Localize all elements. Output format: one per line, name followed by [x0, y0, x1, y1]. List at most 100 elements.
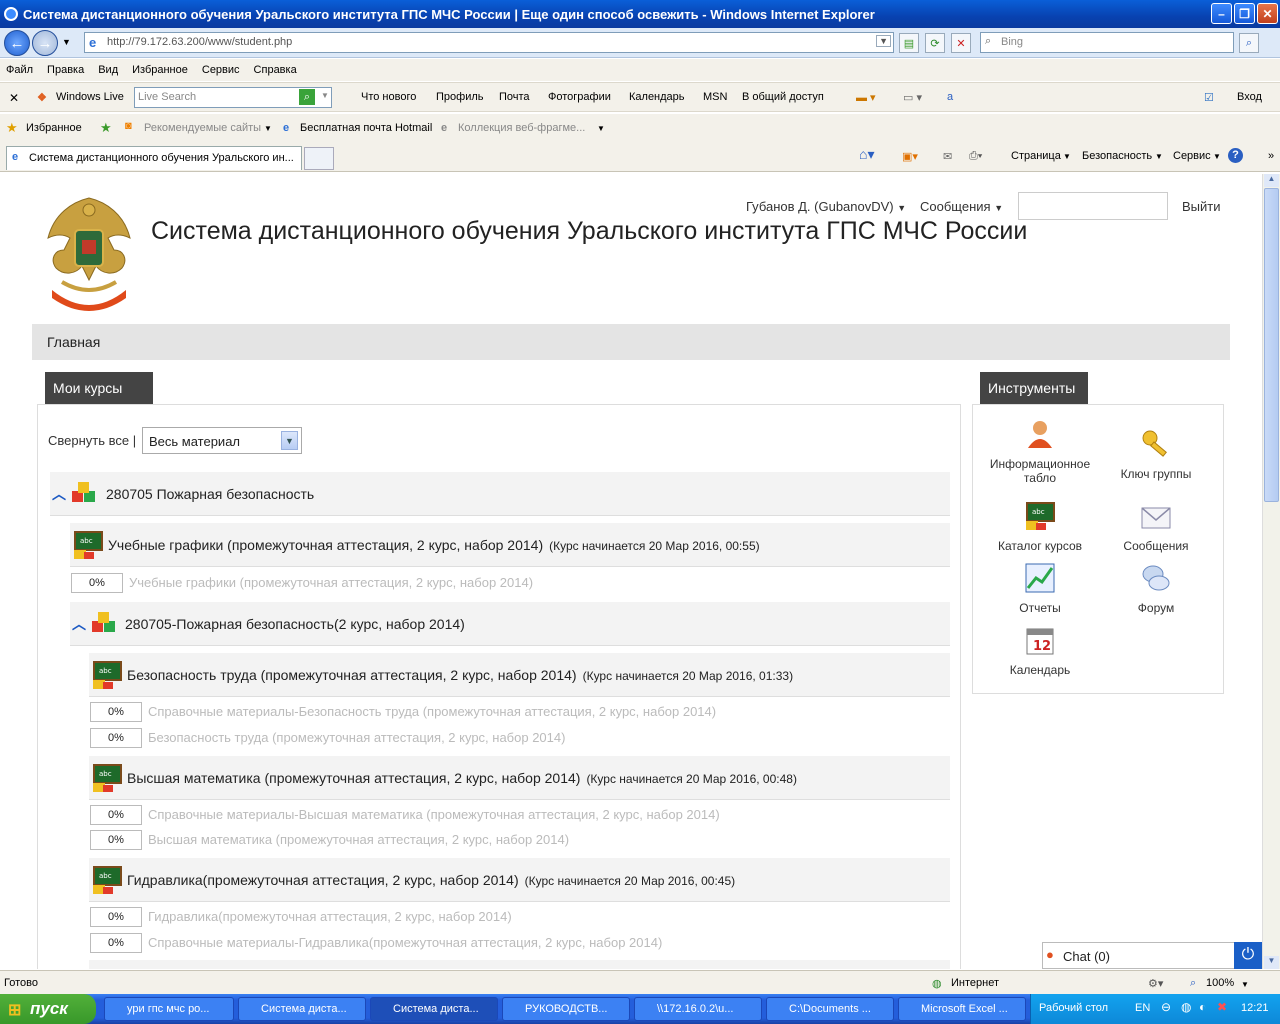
- taskbar-btn-1[interactable]: ури гпс мчс ро...: [104, 997, 234, 1021]
- material-filter-select[interactable]: Весь материал ▼: [142, 427, 302, 454]
- read-mail-icon[interactable]: ✉: [943, 150, 952, 163]
- material-row[interactable]: 0% Справочные материалы-Безопасность тру…: [90, 702, 810, 722]
- material-title[interactable]: Справочные материалы-Безопасность труда …: [148, 704, 716, 719]
- live-search-dropdown-icon[interactable]: ▼: [321, 91, 329, 100]
- course-row-partial[interactable]: [89, 960, 950, 969]
- chat-power-icon[interactable]: ⏻: [1234, 942, 1262, 969]
- menu-file[interactable]: Файл: [6, 64, 33, 76]
- live-link-mail[interactable]: Почта: [499, 91, 530, 103]
- favorites-button[interactable]: Избранное: [26, 122, 82, 134]
- tool-reports[interactable]: Отчеты: [980, 562, 1100, 615]
- course-row[interactable]: abc Учебные графики (промежуточная аттес…: [70, 523, 950, 567]
- stop-icon[interactable]: ✕: [951, 33, 971, 53]
- cmd-safety[interactable]: Безопасность: [1082, 150, 1152, 162]
- live-search-go-icon[interactable]: ⌕: [299, 89, 315, 105]
- material-title[interactable]: Гидравлика(промежуточная аттестация, 2 к…: [148, 909, 512, 924]
- live-signin-link[interactable]: Вход: [1237, 91, 1262, 103]
- address-bar[interactable]: e http://79.172.63.200/www/student.php ▼: [84, 32, 894, 53]
- logout-link[interactable]: Выйти: [1182, 199, 1221, 214]
- refresh-icon[interactable]: ⟳: [925, 33, 945, 53]
- suggested-dropdown-icon[interactable]: ▼: [264, 124, 272, 133]
- course-title[interactable]: Безопасность труда (промежуточная аттест…: [127, 667, 577, 683]
- menu-tools[interactable]: Сервис: [202, 64, 240, 76]
- course-title[interactable]: Гидравлика(промежуточная аттестация, 2 к…: [127, 872, 519, 888]
- scroll-up-icon[interactable]: ▲: [1264, 174, 1279, 187]
- collapse-all-link[interactable]: Свернуть все |: [48, 433, 136, 448]
- material-row[interactable]: 0% Учебные графики (промежуточная аттест…: [71, 573, 671, 593]
- chat-widget[interactable]: ● Chat (0): [1042, 942, 1262, 969]
- live-link-whats-new[interactable]: Что нового: [361, 91, 416, 103]
- collapse-caret-icon[interactable]: ︿: [72, 614, 86, 634]
- zoom-dropdown-icon[interactable]: ▼: [1241, 980, 1249, 989]
- course-row[interactable]: abc Гидравлика(промежуточная аттестация,…: [89, 858, 950, 902]
- live-link-profile[interactable]: Профиль: [436, 91, 484, 103]
- page-scrollbar[interactable]: ▲ ▼: [1262, 174, 1280, 969]
- menu-favorites[interactable]: Избранное: [132, 64, 188, 76]
- fav-hotmail[interactable]: Бесплатная почта Hotmail: [300, 122, 432, 134]
- volume-icon[interactable]: ◐: [1199, 1000, 1206, 1014]
- live-search-input[interactable]: Live Search ⌕ ▼: [134, 87, 332, 108]
- history-dropdown-icon[interactable]: ▼: [62, 37, 71, 47]
- course-category-row[interactable]: ︿ 280705 Пожарная безопасность: [50, 472, 950, 516]
- forward-button[interactable]: →: [32, 30, 58, 56]
- live-link-calendar[interactable]: Календарь: [629, 91, 685, 103]
- address-dropdown-icon[interactable]: ▼: [876, 35, 891, 47]
- live-link-photos[interactable]: Фотографии: [548, 91, 611, 103]
- course-row[interactable]: abc Высшая математика (промежуточная атт…: [89, 756, 950, 800]
- material-title[interactable]: Учебные графики (промежуточная аттестаци…: [129, 575, 533, 590]
- material-row[interactable]: 0% Справочные материалы-Высшая математик…: [90, 805, 810, 825]
- material-title[interactable]: Безопасность труда (промежуточная аттест…: [148, 730, 565, 745]
- tool-info-board[interactable]: Информационное табло: [980, 418, 1100, 485]
- close-button[interactable]: ✕: [1257, 3, 1278, 24]
- back-button[interactable]: ←: [4, 30, 30, 56]
- live-form-icon[interactable]: ▭ ▾: [903, 91, 922, 104]
- taskbar-btn-5[interactable]: \\172.16.0.2\u...: [634, 997, 762, 1021]
- messages-menu[interactable]: Сообщения ▼: [920, 199, 1003, 214]
- windows-live-brand[interactable]: Windows Live: [56, 91, 124, 103]
- fav-suggested-sites[interactable]: Рекомендуемые сайты: [144, 122, 261, 134]
- header-search-field[interactable]: [1018, 192, 1168, 220]
- clock[interactable]: 12:21: [1241, 1002, 1269, 1014]
- taskbar-btn-7[interactable]: Microsoft Excel ...: [898, 997, 1026, 1021]
- material-title[interactable]: Высшая математика (промежуточная аттеста…: [148, 832, 569, 847]
- taskbar-btn-4[interactable]: РУКОВОДСТВ...: [502, 997, 630, 1021]
- material-row[interactable]: 0% Высшая математика (промежуточная атте…: [90, 830, 810, 850]
- compat-view-icon[interactable]: ▤: [899, 33, 919, 53]
- material-title[interactable]: Справочные материалы-Высшая математика (…: [148, 807, 720, 822]
- live-highlight-icon[interactable]: ▬ ▾: [856, 91, 876, 104]
- tool-forum[interactable]: Форум: [1096, 562, 1216, 615]
- material-title[interactable]: Справочные материалы-Гидравлика(промежут…: [148, 935, 662, 950]
- toolbar-chevron-icon[interactable]: »: [1268, 150, 1274, 162]
- tool-messages[interactable]: Сообщения: [1096, 500, 1216, 553]
- search-go-icon[interactable]: ⌕: [1239, 33, 1259, 53]
- help-icon[interactable]: ?: [1228, 148, 1243, 163]
- course-title[interactable]: Высшая математика (промежуточная аттеста…: [127, 770, 580, 786]
- menu-help[interactable]: Справка: [254, 64, 297, 76]
- tool-group-key[interactable]: Ключ группы: [1096, 428, 1216, 481]
- tool-calendar[interactable]: 12 Календарь: [980, 624, 1100, 677]
- tray-back-icon[interactable]: ⊖: [1161, 1000, 1171, 1014]
- user-menu[interactable]: Губанов Д. (GubanovDV) ▼: [746, 199, 906, 214]
- webslice-dropdown-icon[interactable]: ▼: [597, 124, 605, 133]
- cmd-tools-dropdown-icon[interactable]: ▼: [1213, 152, 1221, 161]
- collapse-caret-icon[interactable]: ︿: [52, 484, 66, 504]
- menu-edit[interactable]: Правка: [47, 64, 84, 76]
- cmd-page-dropdown-icon[interactable]: ▼: [1063, 152, 1071, 161]
- course-title[interactable]: Учебные графики (промежуточная аттестаци…: [108, 537, 543, 553]
- translate-icon[interactable]: a: [947, 91, 953, 103]
- menu-view[interactable]: Вид: [98, 64, 118, 76]
- fav-webslice-gallery[interactable]: Коллекция веб-фрагме...: [458, 122, 585, 134]
- antivirus-icon[interactable]: ✖: [1217, 1000, 1227, 1014]
- toolbar-close-icon[interactable]: ✕: [9, 91, 19, 105]
- desktop-toolbar-label[interactable]: Рабочий стол: [1039, 1002, 1108, 1014]
- course-row[interactable]: abc Безопасность труда (промежуточная ат…: [89, 653, 950, 697]
- live-link-share[interactable]: В общий доступ: [742, 91, 824, 103]
- nav-home-link[interactable]: Главная: [47, 334, 100, 350]
- protected-mode-icon[interactable]: ⚙▾: [1148, 977, 1163, 990]
- tool-catalog[interactable]: abc Каталог курсов: [980, 500, 1100, 553]
- taskbar-btn-3[interactable]: Система диста...: [370, 997, 498, 1021]
- minimize-button[interactable]: –: [1211, 3, 1232, 24]
- taskbar-btn-2[interactable]: Система диста...: [238, 997, 366, 1021]
- network-icon[interactable]: ◍: [1181, 1000, 1191, 1014]
- material-row[interactable]: 0% Справочные материалы-Гидравлика(проме…: [90, 933, 810, 953]
